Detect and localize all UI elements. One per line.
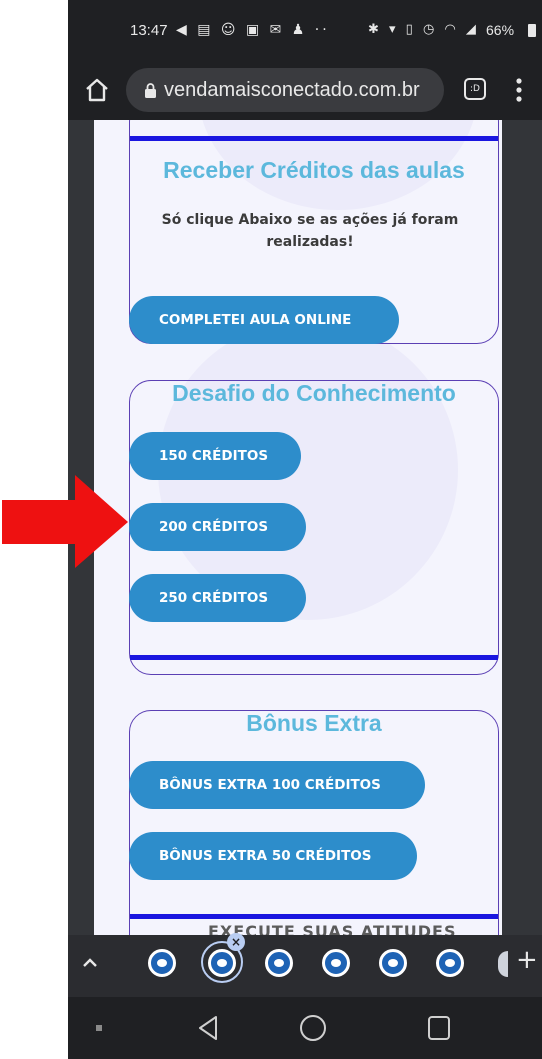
tab-favicon[interactable] [436, 949, 464, 977]
status-time: 13:47 [130, 22, 168, 39]
battery-icon [528, 24, 536, 37]
completei-aula-online-button[interactable]: COMPLETEI AULA ONLINE [129, 296, 399, 344]
tab-favicon-active[interactable] [208, 949, 236, 977]
lock-icon [145, 83, 156, 98]
add-tab-icon[interactable]: + [516, 945, 538, 975]
desafio-conhecimento-card: Desafio do Conhecimento 150 CRÉDITOS 200… [129, 380, 499, 675]
tab-favicon[interactable] [322, 949, 350, 977]
address-bar[interactable]: vendamaisconectado.com.br [126, 68, 444, 112]
battery-percentage: 66% [486, 22, 515, 38]
bonus-extra-100-button[interactable]: BÔNUS EXTRA 100 CRÉDITOS [129, 761, 425, 809]
receber-creditos-card: Receber Créditos das aulas Só clique Aba… [129, 120, 499, 344]
home-button-icon[interactable] [300, 1015, 326, 1041]
bonus-extra-card: Bônus Extra BÔNUS EXTRA 100 CRÉDITOS BÔN… [129, 710, 499, 935]
back-icon[interactable] [196, 1015, 220, 1041]
more-menu-icon[interactable] [516, 77, 522, 103]
tab-favicon[interactable] [148, 949, 176, 977]
chevron-up-icon[interactable] [82, 955, 98, 971]
red-arrow-icon [2, 475, 128, 568]
200-creditos-button[interactable]: 200 CRÉDITOS [129, 503, 306, 551]
close-icon[interactable]: × [227, 933, 245, 951]
divider-line [130, 914, 498, 919]
250-creditos-button[interactable]: 250 CRÉDITOS [129, 574, 306, 622]
system-navigation-bar [68, 997, 542, 1059]
web-page: Receber Créditos das aulas Só clique Aba… [68, 120, 542, 935]
tab-favicon[interactable] [379, 949, 407, 977]
bonus-extra-50-button[interactable]: BÔNUS EXTRA 50 CRÉDITOS [129, 832, 417, 880]
url-text: vendamaisconectado.com.br [164, 79, 420, 101]
card-instructions: Só clique Abaixo se as ações já foram re… [161, 212, 459, 250]
tab-strip: × + [68, 933, 542, 997]
tab-switcher-icon[interactable]: :D [464, 78, 486, 100]
divider-line [130, 655, 498, 660]
card-title: Desafio do Conhecimento [172, 380, 456, 406]
card-title: Receber Créditos das aulas [163, 157, 465, 183]
recent-apps-icon[interactable] [428, 1016, 450, 1040]
tab-favicon-partial[interactable] [498, 951, 508, 977]
browser-toolbar: vendamaisconectado.com.br :D [68, 60, 542, 120]
tab-favicon[interactable] [265, 949, 293, 977]
nav-indicator-icon [96, 1025, 102, 1031]
card-title: Bônus Extra [246, 710, 382, 736]
150-creditos-button[interactable]: 150 CRÉDITOS [129, 432, 301, 480]
divider-line [130, 136, 498, 141]
system-status-icons: ✱ ▾ ▯ ◷ ◠ ◢ [368, 22, 479, 37]
phone-screen: 13:47 ◀ ▤ ☺ ▣ ✉ ♟ ·· ✱ ▾ ▯ ◷ ◠ ◢ 66% ven… [68, 0, 542, 1059]
notification-icons: ◀ ▤ ☺ ▣ ✉ ♟ ·· [176, 22, 330, 38]
home-icon[interactable] [84, 77, 110, 103]
status-bar: 13:47 ◀ ▤ ☺ ▣ ✉ ♟ ·· ✱ ▾ ▯ ◷ ◠ ◢ 66% [68, 0, 542, 60]
